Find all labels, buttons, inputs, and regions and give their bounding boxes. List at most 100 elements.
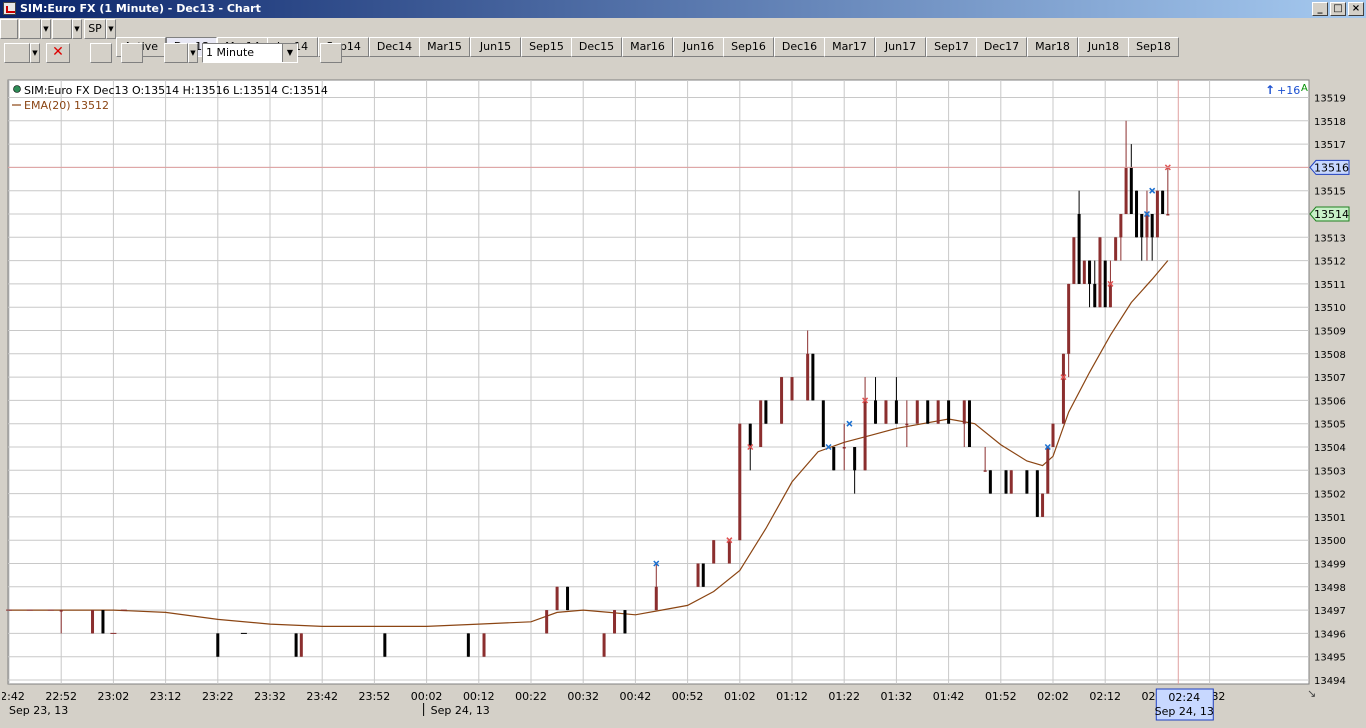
bar-body	[482, 633, 486, 657]
ohlc-bar	[602, 633, 606, 657]
bar-body	[1161, 190, 1165, 214]
symbol-selector[interactable]: SP	[84, 19, 106, 39]
ohlc-bar	[936, 400, 940, 424]
chart-style-dropdown-icon[interactable]: ▼	[188, 43, 198, 63]
time-tick-label: 00:32	[567, 690, 599, 703]
pointer-dropdown-icon[interactable]: ▼	[30, 43, 40, 63]
interval-value: 1 Minute	[206, 46, 255, 59]
bar-body	[696, 563, 700, 587]
price-tick-label: 13512	[1314, 257, 1346, 268]
bar-body	[545, 610, 549, 634]
time-tick-label: 23:02	[98, 690, 130, 703]
delete-icon[interactable]: ✕	[46, 43, 70, 63]
series-status-icon	[13, 85, 21, 93]
bar-body	[759, 400, 763, 447]
cursor-date-label: Sep 24, 13	[1155, 705, 1214, 718]
bar-body	[832, 447, 836, 471]
close-button[interactable]: ×	[1348, 2, 1364, 16]
restore-button[interactable]: □	[1330, 2, 1346, 16]
bar-body	[988, 470, 992, 494]
bar-body	[1093, 283, 1097, 308]
price-tick-label: 13507	[1314, 373, 1346, 384]
bar-body	[806, 353, 810, 401]
bar-body	[1035, 470, 1039, 517]
chart-style-icon[interactable]	[164, 43, 188, 63]
ohlc-bar	[947, 400, 951, 424]
ohlc-bar	[696, 563, 700, 587]
time-tick-label: 23:12	[150, 690, 182, 703]
price-tick-label: 13509	[1314, 327, 1346, 338]
print-icon[interactable]	[19, 19, 41, 39]
ohlc-bar	[832, 447, 836, 471]
price-axis[interactable]: 13494 13495 13496 13497 13498 13499 13500 13501…	[1314, 94, 1346, 688]
time-tick-label: 00:52	[672, 690, 704, 703]
properties-dropdown-icon[interactable]: ▼	[72, 19, 82, 39]
bar-body	[613, 610, 617, 634]
indicators-icon[interactable]	[90, 43, 112, 63]
scroll-offset-label: +16	[1277, 84, 1300, 97]
time-tick-label: 00:22	[515, 690, 547, 703]
ema-legend-label: EMA(20) 13512	[24, 99, 109, 112]
data-box-icon[interactable]	[320, 43, 342, 63]
bar-body	[1155, 190, 1159, 238]
price-chart[interactable]: 13494 13495 13496 13497 13498 13499 13500 13501…	[0, 70, 1364, 724]
bar-body	[466, 633, 470, 657]
bar-body	[1041, 493, 1045, 517]
ohlc-bar	[701, 563, 705, 587]
bar-body	[1124, 167, 1128, 214]
bar-body	[727, 540, 731, 564]
strategies-icon[interactable]	[121, 43, 143, 63]
bar-body	[1009, 470, 1013, 494]
price-tick-label: 13511	[1314, 280, 1346, 291]
time-tick-label: 01:52	[985, 690, 1017, 703]
ohlc-bar	[299, 633, 303, 657]
bar-body	[1067, 283, 1071, 354]
bar-body	[1004, 470, 1008, 494]
price-tick-label: 13504	[1314, 443, 1346, 454]
ohlc-bar	[1161, 190, 1165, 214]
ohlc-readout: SIM:Euro FX Dec13 O:13514 H:13516 L:1351…	[24, 84, 328, 97]
properties-icon[interactable]	[52, 19, 72, 39]
symbol-dropdown-icon[interactable]: ▼	[106, 19, 116, 39]
bar-body	[1119, 214, 1123, 238]
new-chart-icon[interactable]	[0, 19, 18, 39]
bar-body	[1166, 214, 1170, 216]
ohlc-bar	[1103, 260, 1107, 308]
ohlc-bar	[915, 400, 919, 424]
print-dropdown-icon[interactable]: ▼	[41, 19, 51, 39]
bar-body	[738, 423, 742, 541]
cursor-price-label: 13516	[1314, 161, 1349, 174]
ohlc-bar	[1061, 353, 1065, 424]
price-tick-label: 13502	[1314, 490, 1346, 501]
ohlc-bar	[821, 400, 825, 447]
bar-body	[294, 633, 298, 657]
bar-body	[1088, 260, 1092, 284]
pointer-tool-icon[interactable]	[4, 43, 30, 63]
time-tick-label: 22:42	[2, 690, 25, 703]
date-label: Sep 23, 13	[9, 704, 68, 717]
interval-select[interactable]: 1 Minute ▼	[202, 43, 298, 63]
price-tick-label: 13517	[1314, 140, 1346, 151]
ohlc-bar	[566, 586, 570, 611]
bar-body	[1025, 470, 1029, 494]
time-axis[interactable]: 22:42 22:52 23:02 23:12 23:22 23:32 23:42 23:52…	[0, 690, 1225, 717]
time-tick-label: 02:12	[1089, 690, 1121, 703]
bar-body	[1061, 353, 1065, 424]
bar-body	[874, 400, 878, 424]
app-chart-icon	[3, 2, 16, 15]
price-tick-label: 13505	[1314, 420, 1346, 431]
bar-body	[701, 563, 705, 587]
ohlc-bar	[216, 633, 220, 657]
ohlc-bar	[712, 540, 716, 564]
bar-body	[780, 377, 784, 424]
time-tick-label: 00:12	[463, 690, 495, 703]
ohlc-bar	[1114, 237, 1118, 261]
interval-dropdown-icon[interactable]: ▼	[282, 44, 297, 62]
bar-body	[1135, 190, 1139, 238]
ohlc-bar	[1009, 470, 1013, 494]
up-arrow-icon: ↑	[1265, 83, 1275, 97]
price-tick-label: 13508	[1314, 350, 1346, 361]
ohlc-bar	[482, 633, 486, 657]
bar-body	[926, 400, 930, 424]
minimize-button[interactable]: _	[1312, 2, 1328, 16]
